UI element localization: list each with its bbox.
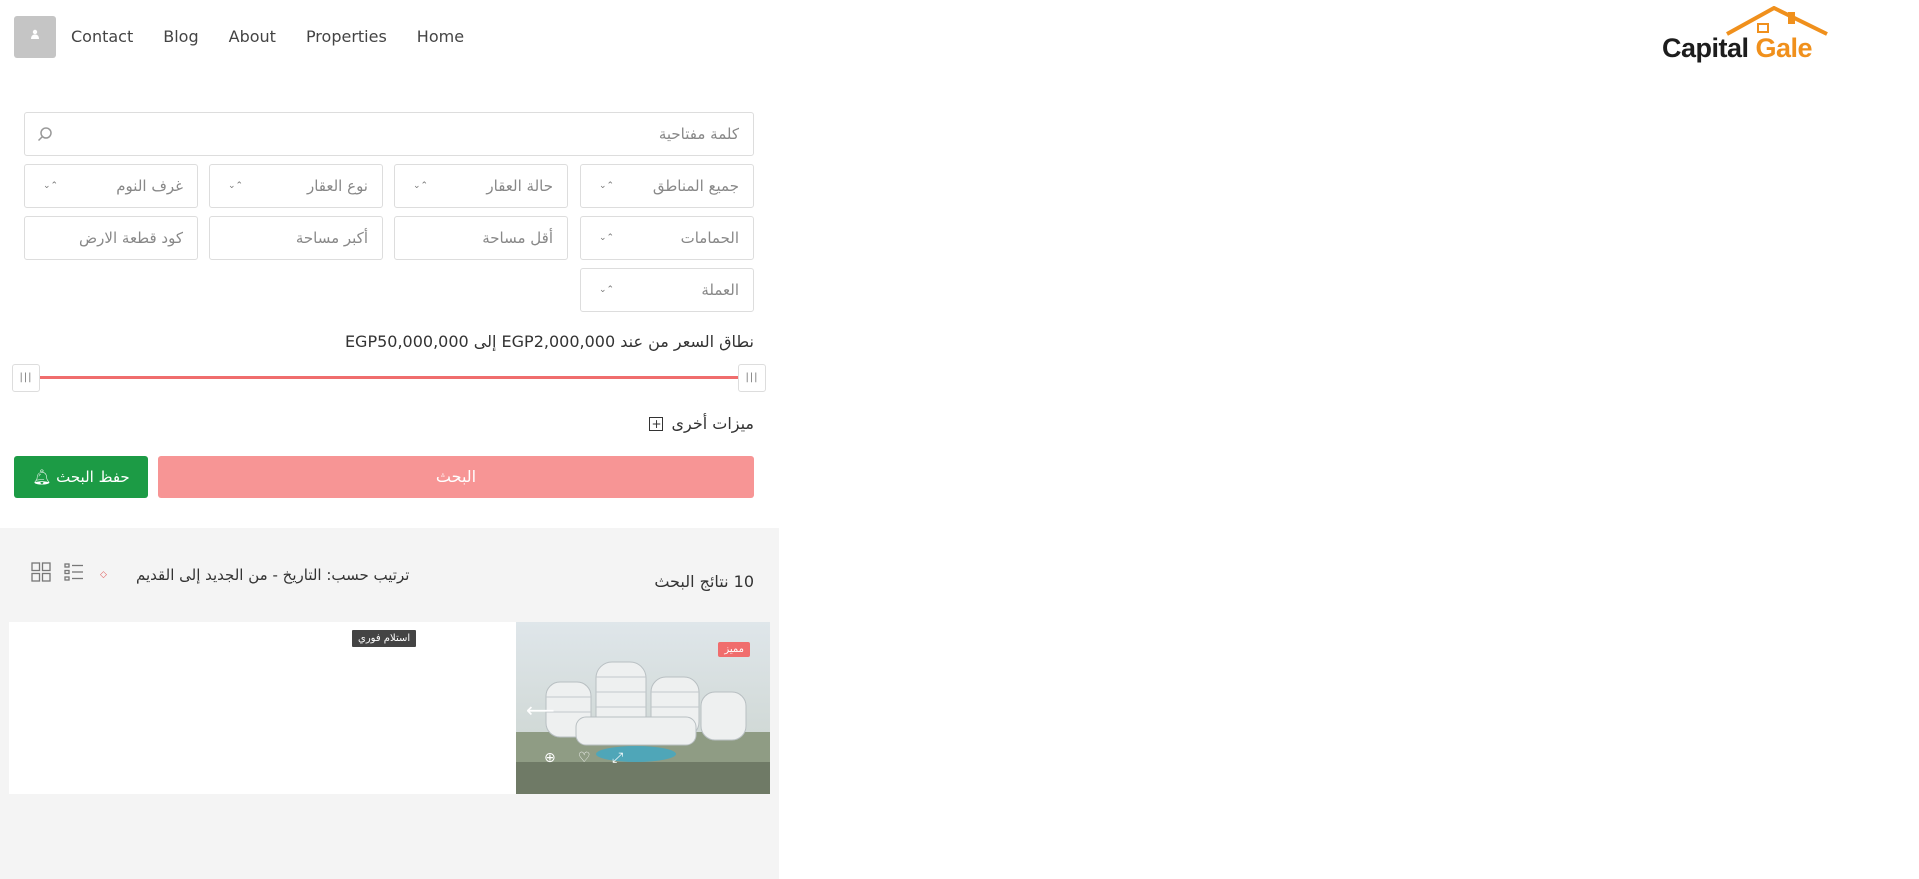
site-logo[interactable]: Capital Gale (1662, 6, 1836, 66)
keyword-placeholder: كلمة مفتاحية (658, 125, 739, 143)
top-header: Contact Blog About Properties Home Capit… (0, 0, 1919, 80)
plus-square-icon: + (649, 416, 664, 431)
more-features-toggle[interactable]: ميزات أخرى + (649, 414, 754, 433)
featured-badge: مميز (718, 642, 750, 657)
nav-home[interactable]: Home (417, 27, 464, 46)
chevron-updown-icon: ⌃⌄ (599, 181, 615, 191)
type-select[interactable]: نوع العقار ⌃⌄ (209, 164, 383, 208)
chevron-updown-icon: ⌃⌄ (599, 285, 615, 295)
price-range-label: نطاق السعر من عند EGP2,000,000 إلى EGP50… (344, 332, 754, 351)
max-area-input[interactable]: أكبر مساحة (209, 216, 383, 260)
bell-icon: 🔔︎ (32, 468, 52, 486)
regions-select[interactable]: جميع المناطق ⌃⌄ (580, 164, 754, 208)
nav-about[interactable]: About (229, 27, 276, 46)
chevron-updown-icon: ⌃⌄ (599, 233, 615, 243)
search-panel: كلمة مفتاحية جميع المناطق ⌃⌄ حالة العقار ⌃… (0, 80, 779, 879)
grid-view-icon[interactable] (30, 561, 52, 583)
expand-icon[interactable]: ⤢ (612, 750, 623, 766)
bathrooms-select[interactable]: الحمامات ⌃⌄ (580, 216, 754, 260)
sort-chevron-icon: ◇ (100, 570, 107, 580)
currency-select[interactable]: العملة ⌃⌄ (580, 268, 754, 312)
heart-icon[interactable]: ♡ (578, 750, 591, 766)
user-icon (31, 29, 39, 39)
status-badge: استلام فوري (352, 630, 417, 647)
main-nav: Contact Blog About Properties Home (71, 27, 464, 46)
nav-contact[interactable]: Contact (71, 27, 133, 46)
plot-code-input[interactable]: كود قطعة الارض (24, 216, 198, 260)
house-roof-icon (1726, 6, 1828, 36)
list-view-icon[interactable] (63, 561, 85, 583)
price-max-handle[interactable]: ||| (738, 364, 766, 392)
chevron-updown-icon: ⌃⌄ (43, 181, 59, 191)
search-icon (37, 127, 52, 142)
keyword-search-input[interactable]: كلمة مفتاحية (24, 112, 754, 156)
user-account-button[interactable] (14, 16, 56, 58)
bedrooms-select[interactable]: غرف النوم ⌃⌄ (24, 164, 198, 208)
sort-select[interactable]: ترتيب حسب: التاريخ - من الجديد إلى القدي… (136, 566, 409, 584)
results-count: 10 نتائج البحث (654, 572, 754, 591)
price-min-handle[interactable]: ||| (12, 364, 40, 392)
chevron-updown-icon: ⌃⌄ (228, 181, 244, 191)
nav-properties[interactable]: Properties (306, 27, 387, 46)
chevron-updown-icon: ⌃⌄ (413, 181, 429, 191)
min-area-input[interactable]: أقل مساحة (394, 216, 568, 260)
status-select[interactable]: حالة العقار ⌃⌄ (394, 164, 568, 208)
price-range-track[interactable] (36, 376, 744, 379)
listing-card[interactable]: مميز ⟵ ⊕ ♡ ⤢ استلام فوري استلام فوري است… (9, 622, 770, 794)
arrow-left-icon[interactable]: ⟵ (526, 698, 555, 722)
add-circle-icon[interactable]: ⊕ (544, 750, 556, 766)
more-features-label: ميزات أخرى (671, 414, 754, 433)
nav-blog[interactable]: Blog (163, 27, 198, 46)
save-search-button[interactable]: حفظ البحث 🔔︎ (14, 456, 148, 498)
search-button[interactable]: البحث (158, 456, 754, 498)
listing-image[interactable]: مميز ⟵ ⊕ ♡ ⤢ (516, 622, 770, 794)
